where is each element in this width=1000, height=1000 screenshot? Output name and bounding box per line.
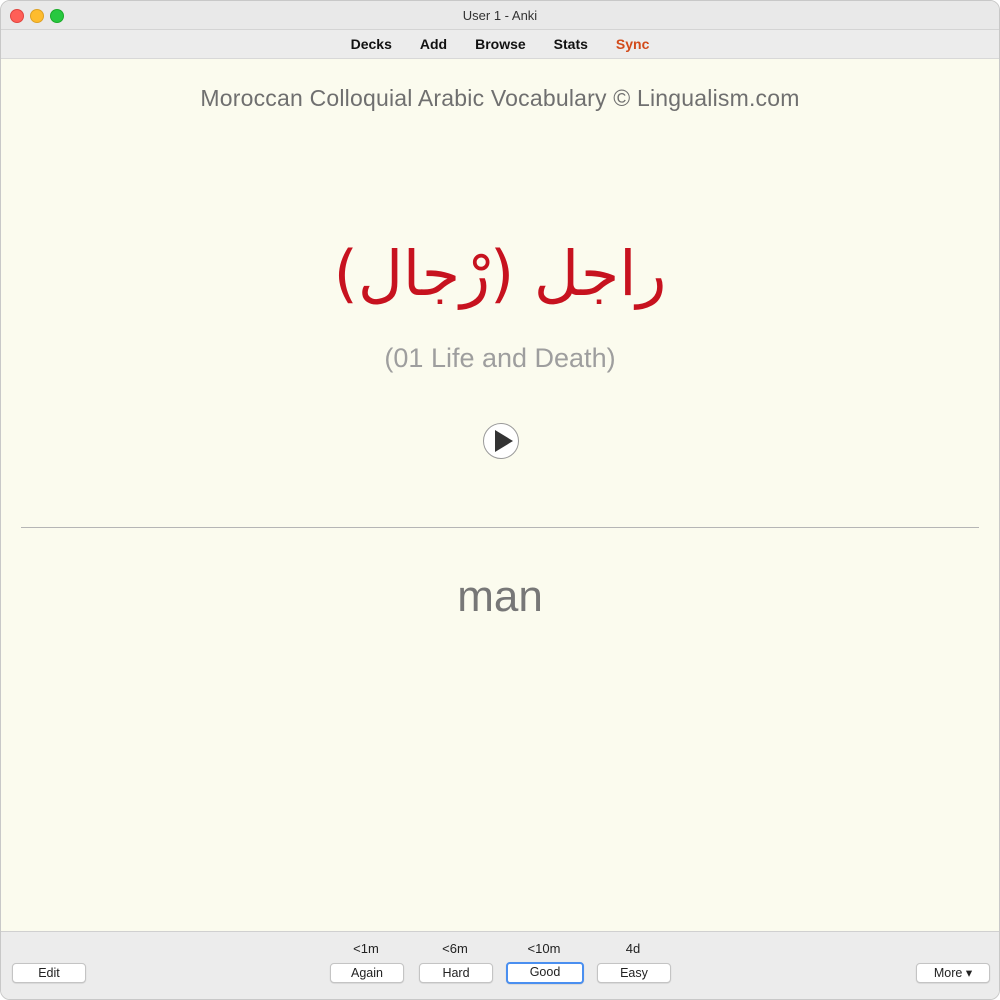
card-view: Moroccan Colloquial Arabic Vocabulary © … (1, 59, 999, 931)
review-bar: Edit <1m <6m <10m 4d Again Hard Good Eas… (1, 931, 999, 999)
window-title: User 1 - Anki (462, 8, 538, 23)
easy-interval: 4d (625, 941, 641, 956)
answer-divider (21, 527, 979, 528)
good-interval: <10m (527, 941, 561, 956)
deck-credit: Moroccan Colloquial Arabic Vocabulary © … (200, 85, 800, 111)
anki-window: User 1 - Anki Decks Add Browse Stats Syn… (0, 0, 1000, 1000)
card-category: (01 Life and Death) (384, 343, 616, 373)
card-front-word: راجل (رْجال) (333, 237, 667, 310)
card-back-answer: man (457, 572, 543, 621)
easy-button[interactable]: Easy (597, 963, 671, 983)
hard-button[interactable]: Hard (419, 963, 493, 983)
again-interval: <1m (353, 941, 379, 956)
hard-interval: <6m (442, 941, 468, 956)
good-button[interactable]: Good (506, 962, 584, 984)
title-bar: User 1 - Anki (1, 1, 999, 30)
toolbar-decks[interactable]: Decks (337, 36, 406, 52)
play-audio-button[interactable] (483, 423, 519, 459)
edit-button[interactable]: Edit (12, 963, 86, 983)
main-toolbar: Decks Add Browse Stats Sync (1, 30, 999, 59)
play-icon (495, 430, 513, 452)
toolbar-add[interactable]: Add (406, 36, 461, 52)
again-button[interactable]: Again (330, 963, 404, 983)
more-button[interactable]: More ▾ (916, 963, 990, 983)
toolbar-sync[interactable]: Sync (602, 36, 663, 52)
toolbar-stats[interactable]: Stats (540, 36, 602, 52)
toolbar-browse[interactable]: Browse (461, 36, 540, 52)
